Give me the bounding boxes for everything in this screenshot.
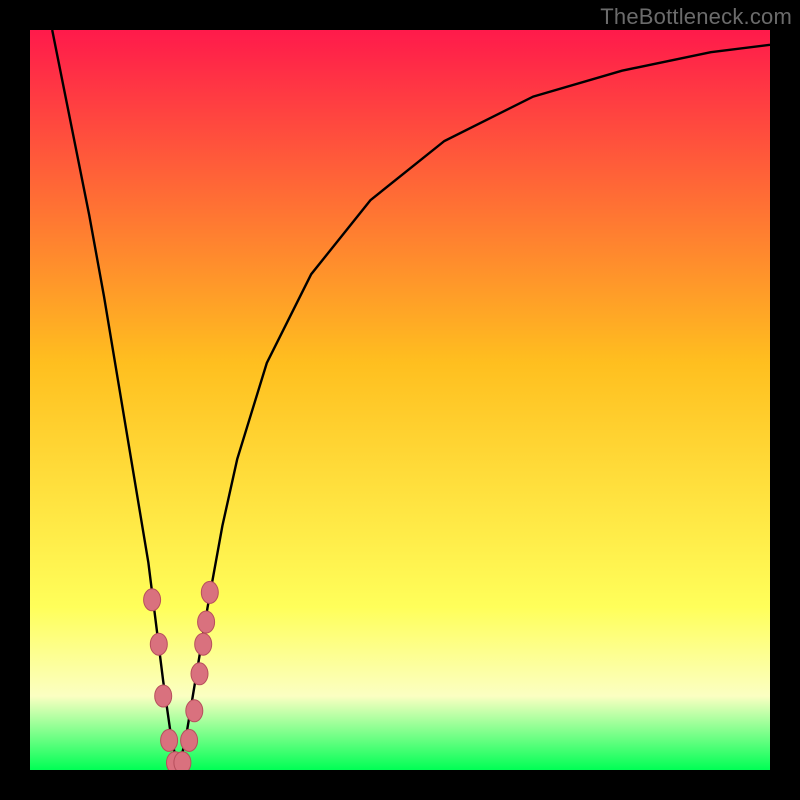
marker-point bbox=[150, 633, 167, 655]
marker-point bbox=[174, 752, 191, 770]
bottleneck-chart bbox=[30, 30, 770, 770]
marker-point bbox=[195, 633, 212, 655]
marker-point bbox=[201, 581, 218, 603]
watermark-text: TheBottleneck.com bbox=[600, 4, 792, 30]
marker-point bbox=[191, 663, 208, 685]
chart-frame: TheBottleneck.com bbox=[0, 0, 800, 800]
marker-point bbox=[186, 700, 203, 722]
marker-point bbox=[161, 729, 178, 751]
marker-point bbox=[181, 729, 198, 751]
plot-area bbox=[30, 30, 770, 770]
marker-point bbox=[198, 611, 215, 633]
gradient-background bbox=[30, 30, 770, 770]
marker-point bbox=[155, 685, 172, 707]
marker-point bbox=[144, 589, 161, 611]
